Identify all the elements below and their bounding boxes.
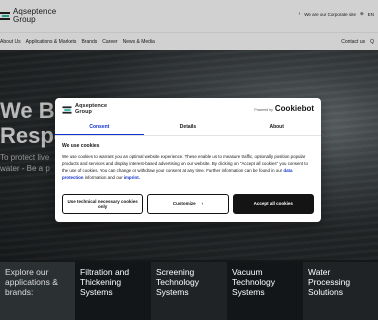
tab-about[interactable]: About	[232, 121, 321, 135]
powered-by[interactable]: Powered by Cookiebot	[254, 104, 314, 113]
customize-label: Customize	[172, 201, 196, 207]
powered-by-label: Powered by	[254, 108, 273, 112]
tile-water-processing[interactable]: Water Processing Solutions	[303, 262, 378, 320]
cookie-header: Aqseptence Group Powered by Cookiebot	[55, 98, 321, 120]
cookie-brand-logo: Aqseptence Group	[62, 103, 107, 115]
cookie-body: We use cookies We use cookies to warrant…	[62, 143, 314, 181]
cookie-tabs: Consent Details About	[55, 121, 321, 136]
cookie-text-after: information and our	[84, 175, 123, 180]
cookie-heading: We use cookies	[62, 143, 100, 149]
accept-all-button[interactable]: Accept all cookies	[232, 194, 314, 214]
tile-screening[interactable]: Screening Technology Systems	[151, 262, 227, 320]
cookie-brand-line2: Group	[75, 108, 92, 115]
customize-button[interactable]: Customize ›	[147, 194, 229, 214]
cookie-brand-name: Aqseptence Group	[75, 103, 107, 115]
logo-icon	[62, 105, 72, 113]
cookie-text: We use cookies to warrant you an optimal…	[62, 153, 314, 181]
tile-vacuum[interactable]: Vacuum Technology Systems	[227, 262, 303, 320]
chevron-right-icon: ›	[201, 201, 204, 207]
cookie-text-main: We use cookies to warrant you an optimal…	[62, 154, 308, 173]
tiles-intro: Explore our applications & brands:	[0, 262, 75, 320]
necessary-only-button[interactable]: Use technical necessary cookies only	[62, 194, 144, 214]
cookiebot-logo: Cookiebot	[274, 104, 314, 113]
tab-details[interactable]: Details	[144, 121, 233, 135]
application-tiles: Explore our applications & brands: Filtr…	[0, 262, 378, 320]
tab-consent[interactable]: Consent	[55, 121, 144, 135]
tile-filtration[interactable]: Filtration and Thickening Systems	[75, 262, 151, 320]
cookie-buttons: Use technical necessary cookies only Cus…	[62, 194, 314, 214]
cookie-dialog: Aqseptence Group Powered by Cookiebot Co…	[55, 98, 321, 222]
imprint-link[interactable]: imprint.	[124, 175, 140, 180]
